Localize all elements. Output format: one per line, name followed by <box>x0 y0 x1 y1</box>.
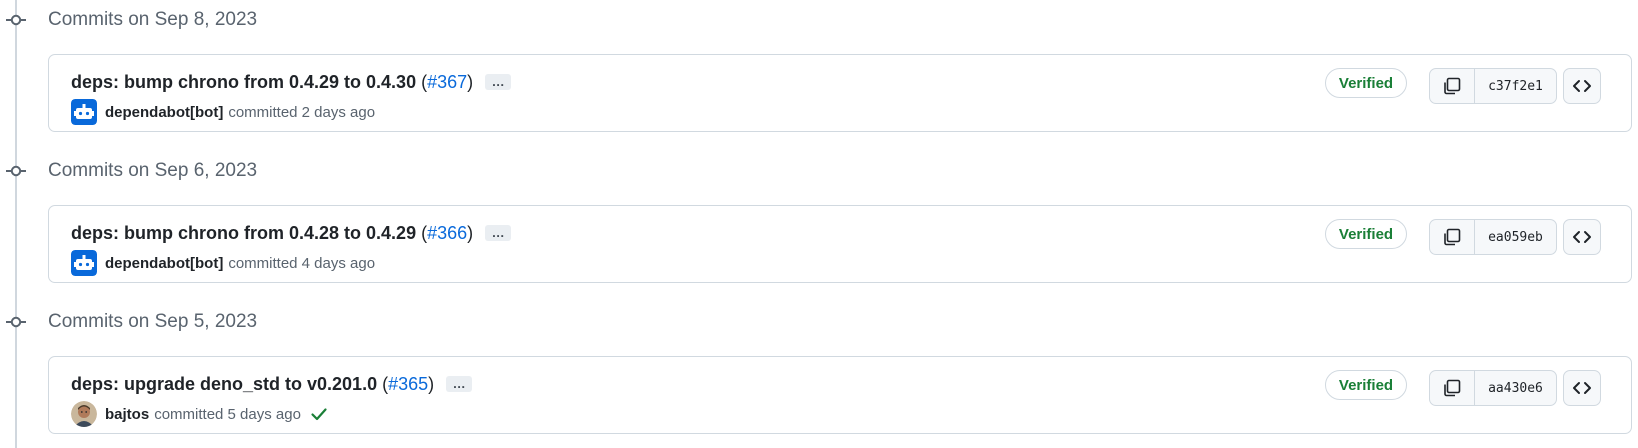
verified-badge[interactable]: Verified <box>1325 68 1407 98</box>
pull-request-link[interactable]: #365 <box>388 374 428 395</box>
code-icon <box>1573 80 1591 92</box>
verified-badge[interactable]: Verified <box>1325 219 1407 249</box>
code-icon <box>1573 382 1591 394</box>
commit-title-row: deps: upgrade deno_std to v0.201.0 ( #36… <box>71 372 473 396</box>
copy-sha-button[interactable] <box>1430 371 1475 405</box>
commit-sha-link[interactable]: ea059eb <box>1475 220 1556 254</box>
pull-request-link[interactable]: #366 <box>427 223 467 244</box>
commit-message-link[interactable]: deps: bump chrono from 0.4.29 to 0.4.30 <box>71 72 416 93</box>
commit-group-date: Commits on Sep 6, 2023 <box>48 160 258 181</box>
commit-message-link[interactable]: deps: upgrade deno_std to v0.201.0 <box>71 374 377 395</box>
commit-author-link[interactable]: dependabot[bot] <box>105 104 223 121</box>
git-commit-icon <box>6 14 26 26</box>
commit-group-header: Commits on Sep 6, 2023 <box>0 151 600 191</box>
commit-time: committed 5 days ago <box>154 405 301 423</box>
commit-time: committed 4 days ago <box>228 254 376 272</box>
commit-title-row: deps: bump chrono from 0.4.28 to 0.4.29 … <box>71 221 512 245</box>
commit-card: deps: bump chrono from 0.4.29 to 0.4.30 … <box>48 54 1632 132</box>
browse-repo-button[interactable] <box>1563 68 1601 104</box>
commit-message-link[interactable]: deps: bump chrono from 0.4.28 to 0.4.29 <box>71 223 416 244</box>
verified-badge[interactable]: Verified <box>1325 370 1407 400</box>
timeline-line <box>15 0 17 448</box>
commit-card: deps: bump chrono from 0.4.28 to 0.4.29 … <box>48 205 1632 283</box>
paren-close: ) <box>467 71 474 92</box>
browse-repo-button[interactable] <box>1563 219 1601 255</box>
commit-author-row: dependabot[bot] committed 2 days ago <box>71 99 375 125</box>
commit-group-date: Commits on Sep 5, 2023 <box>48 311 258 332</box>
commit-author-row: dependabot[bot] committed 4 days ago <box>71 250 375 276</box>
check-icon[interactable] <box>309 404 329 424</box>
commit-sha-link[interactable]: aa430e6 <box>1475 371 1556 405</box>
paren-close: ) <box>467 222 474 243</box>
git-commit-icon <box>6 165 26 177</box>
git-commit-icon <box>6 316 26 328</box>
copy-sha-button[interactable] <box>1430 220 1475 254</box>
dependabot-icon[interactable] <box>71 99 97 125</box>
commit-group-header: Commits on Sep 8, 2023 <box>0 0 600 40</box>
copy-sha-button[interactable] <box>1430 69 1475 103</box>
expand-message-button[interactable]: … <box>446 376 473 392</box>
expand-message-button[interactable]: … <box>485 74 512 90</box>
commit-group-header: Commits on Sep 5, 2023 <box>0 302 600 342</box>
commit-sha-group: aa430e6 <box>1429 370 1557 406</box>
commit-time: committed 2 days ago <box>228 103 376 121</box>
pull-request-link[interactable]: #367 <box>427 72 467 93</box>
commit-sha-group: ea059eb <box>1429 219 1557 255</box>
user-avatar-photo[interactable] <box>71 401 97 427</box>
commit-author-row: bajtos committed 5 days ago <box>71 401 329 427</box>
copy-icon <box>1444 77 1461 95</box>
commit-author-link[interactable]: dependabot[bot] <box>105 255 223 272</box>
browse-repo-button[interactable] <box>1563 370 1601 406</box>
commit-author-link[interactable]: bajtos <box>105 406 149 423</box>
paren-close: ) <box>428 373 435 394</box>
copy-icon <box>1444 228 1461 246</box>
expand-message-button[interactable]: … <box>485 225 512 241</box>
code-icon <box>1573 231 1591 243</box>
commit-card: deps: upgrade deno_std to v0.201.0 ( #36… <box>48 356 1632 434</box>
commit-group-date: Commits on Sep 8, 2023 <box>48 9 258 30</box>
commit-sha-link[interactable]: c37f2e1 <box>1475 69 1556 103</box>
copy-icon <box>1444 379 1461 397</box>
commit-sha-group: c37f2e1 <box>1429 68 1557 104</box>
commit-title-row: deps: bump chrono from 0.4.29 to 0.4.30 … <box>71 70 512 94</box>
dependabot-icon[interactable] <box>71 250 97 276</box>
